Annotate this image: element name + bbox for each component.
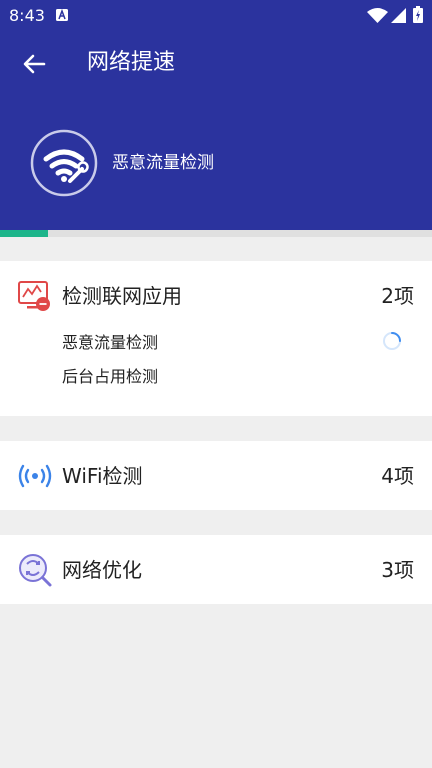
section-count-apps: 2项 [381, 284, 414, 308]
section-card-apps[interactable]: 检测联网应用 2项 恶意流量检测 后台占用检测 [0, 261, 432, 416]
cell-signal-icon [391, 8, 406, 23]
wifi-icon [367, 8, 388, 23]
a-badge-icon [56, 9, 68, 21]
battery-charging-icon [413, 6, 423, 23]
monitor-alert-icon [18, 281, 50, 311]
scan-status-text: 恶意流量检测 [112, 153, 214, 173]
section-card-optimize[interactable]: 网络优化 3项 [0, 535, 432, 604]
header: 8:43 网络提速 恶意流量检测 [0, 0, 432, 230]
loading-spinner-icon [383, 332, 401, 350]
section-card-wifi[interactable]: WiFi检测 4项 [0, 441, 432, 510]
section-label-wifi: WiFi检测 [62, 464, 143, 488]
scan-progress-bar [0, 230, 432, 237]
page-title: 网络提速 [87, 50, 176, 75]
section-label-optimize: 网络优化 [62, 558, 142, 582]
status-bar: 8:43 [0, 0, 432, 30]
wifi-signal-icon [18, 464, 52, 488]
section-count-wifi: 4项 [381, 464, 414, 488]
network-optimize-icon [19, 554, 52, 587]
wifi-wrench-icon [30, 129, 98, 197]
scan-progress-fill [0, 230, 48, 237]
status-time: 8:43 [9, 6, 45, 25]
section-count-optimize: 3项 [381, 558, 414, 582]
section-label-apps: 检测联网应用 [62, 284, 182, 308]
subitem-malicious-traffic: 恶意流量检测 [62, 333, 159, 352]
back-button[interactable] [18, 48, 50, 80]
arrow-left-icon [23, 54, 46, 74]
subitem-background-usage: 后台占用检测 [62, 367, 159, 386]
